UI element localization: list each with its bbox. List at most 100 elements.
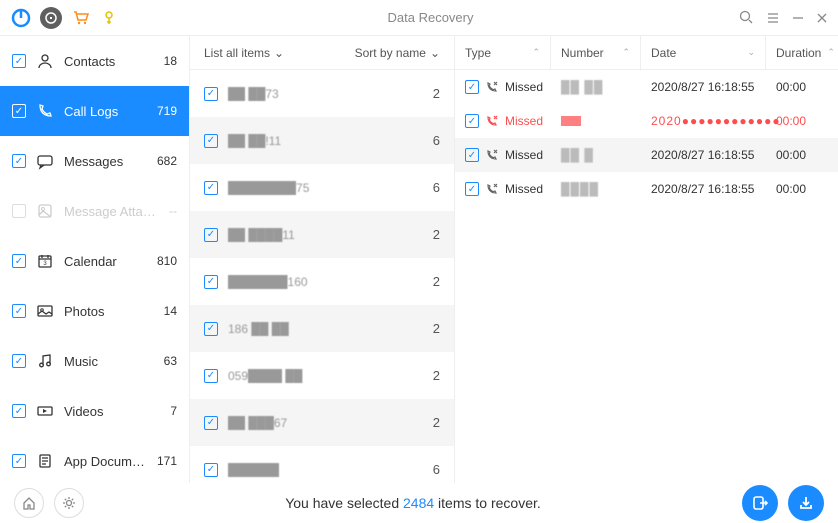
checkbox[interactable] <box>12 104 26 118</box>
contact-count: 2 <box>433 415 440 430</box>
sidebar-count: 7 <box>170 404 177 418</box>
calendar-icon: 3 <box>36 252 54 270</box>
sort-dropdown[interactable]: Sort by name ⌄ <box>355 46 440 60</box>
checkbox[interactable] <box>12 154 26 168</box>
checkbox[interactable] <box>204 181 218 195</box>
list-item[interactable]: ██ ██732 <box>190 70 454 117</box>
checkbox[interactable] <box>12 404 26 418</box>
contact-name: ██ ████11 <box>228 228 423 242</box>
list-item[interactable]: ███████1602 <box>190 258 454 305</box>
checkbox[interactable] <box>204 416 218 430</box>
middle-list: ██ ██732██ ██!116████████756██ ████112██… <box>190 70 454 483</box>
footer: You have selected 2484 items to recover. <box>0 483 838 523</box>
videos-icon <box>36 402 54 420</box>
footer-left <box>14 488 84 518</box>
search-icon[interactable] <box>739 10 754 25</box>
checkbox[interactable] <box>465 80 479 94</box>
checkbox[interactable] <box>465 114 479 128</box>
menu-icon[interactable] <box>766 11 780 25</box>
call-row[interactable]: Missed2020●●●●●●●●●●●●00:00 <box>455 104 838 138</box>
photos-icon <box>36 302 54 320</box>
sidebar-item-videos[interactable]: Videos7 <box>0 386 189 436</box>
key-icon[interactable] <box>100 7 122 29</box>
call-row[interactable]: Missed██ ██2020/8/27 16:18:5500:00 <box>455 70 838 104</box>
list-item[interactable]: ██ ███672 <box>190 399 454 446</box>
list-item[interactable]: ██████6 <box>190 446 454 483</box>
sidebar-label: Contacts <box>64 54 154 69</box>
sidebar-count: -- <box>169 204 177 218</box>
checkbox[interactable] <box>204 463 218 477</box>
checkbox[interactable] <box>12 54 26 68</box>
checkbox[interactable] <box>12 454 26 468</box>
checkbox[interactable] <box>204 275 218 289</box>
sidebar-item-photos[interactable]: Photos14 <box>0 286 189 336</box>
sidebar-label: Call Logs <box>64 104 147 119</box>
checkbox[interactable] <box>12 254 26 268</box>
call-date: 2020/8/27 16:18:55 <box>651 80 754 94</box>
sidebar-count: 63 <box>164 354 177 368</box>
col-date[interactable]: Date⌄ <box>641 36 766 69</box>
sidebar: Contacts 18 Call Logs719Messages682Message… <box>0 36 190 483</box>
checkbox[interactable] <box>465 148 479 162</box>
sidebar-item-messages[interactable]: Messages682 <box>0 136 189 186</box>
svg-text:3: 3 <box>43 261 47 267</box>
chevron-up-icon: ⌃ <box>622 47 630 58</box>
checkbox[interactable] <box>12 304 26 318</box>
checkbox[interactable] <box>12 204 26 218</box>
col-type[interactable]: Type⌃ <box>455 36 551 69</box>
cart-icon[interactable] <box>70 7 92 29</box>
checkbox[interactable] <box>465 182 479 196</box>
checkbox[interactable] <box>204 369 218 383</box>
sidebar-count: 682 <box>157 154 177 168</box>
col-duration[interactable]: Duration⌃ <box>766 36 838 69</box>
checkbox[interactable] <box>204 228 218 242</box>
sidebar-label: Photos <box>64 304 154 319</box>
sidebar-item-calllogs[interactable]: Call Logs719 <box>0 86 189 136</box>
contacts-icon <box>36 52 54 70</box>
sidebar-count: 171 <box>157 454 177 468</box>
list-item[interactable]: ████████756 <box>190 164 454 211</box>
titlebar: Data Recovery <box>0 0 838 36</box>
list-item[interactable]: 059████ ██2 <box>190 352 454 399</box>
logo-icon[interactable] <box>10 7 32 29</box>
checkbox[interactable] <box>12 354 26 368</box>
call-duration: 00:00 <box>776 182 806 196</box>
list-item[interactable]: ██ ██!116 <box>190 117 454 164</box>
checkbox[interactable] <box>204 322 218 336</box>
close-icon[interactable] <box>816 12 828 24</box>
call-row[interactable]: Missed████2020/8/27 16:18:5500:00 <box>455 172 838 206</box>
checkbox[interactable] <box>204 134 218 148</box>
list-all-label: List all items <box>204 46 270 60</box>
export-button[interactable] <box>742 485 778 521</box>
recovery-mode-icon[interactable] <box>40 7 62 29</box>
contact-count: 6 <box>433 462 440 477</box>
call-type: Missed <box>505 114 543 128</box>
sidebar-item-attach[interactable]: Message Attach...-- <box>0 186 189 236</box>
sidebar-label: App Documents <box>64 454 147 469</box>
home-button[interactable] <box>14 488 44 518</box>
minimize-icon[interactable] <box>792 12 804 24</box>
music-icon <box>36 352 54 370</box>
call-row[interactable]: Missed██ █2020/8/27 16:18:5500:00 <box>455 138 838 172</box>
list-item[interactable]: 186 ██ ██2 <box>190 305 454 352</box>
contact-count: 2 <box>433 227 440 242</box>
sidebar-item-calendar[interactable]: 3Calendar810 <box>0 236 189 286</box>
checkbox[interactable] <box>204 87 218 101</box>
contact-count: 2 <box>433 368 440 383</box>
window-title: Data Recovery <box>122 10 739 25</box>
missed-call-icon <box>485 148 499 162</box>
phone-number: ██ ██ <box>561 80 603 94</box>
contact-name: ██ ██73 <box>228 87 423 101</box>
sidebar-count: 18 <box>164 54 177 68</box>
sidebar-item-docs[interactable]: App Documents 171 <box>0 436 189 483</box>
sidebar-item-music[interactable]: Music63 <box>0 336 189 386</box>
sidebar-item-contacts[interactable]: Contacts 18 <box>0 36 189 86</box>
col-number[interactable]: Number⌃ <box>551 36 641 69</box>
contact-count: 6 <box>433 180 440 195</box>
contact-name: ███████160 <box>228 275 423 289</box>
recover-button[interactable] <box>788 485 824 521</box>
settings-button[interactable] <box>54 488 84 518</box>
list-all-dropdown[interactable]: List all items ⌄ <box>204 46 284 60</box>
list-item[interactable]: ██ ████11 2 <box>190 211 454 258</box>
selected-count: 2484 <box>403 495 434 511</box>
